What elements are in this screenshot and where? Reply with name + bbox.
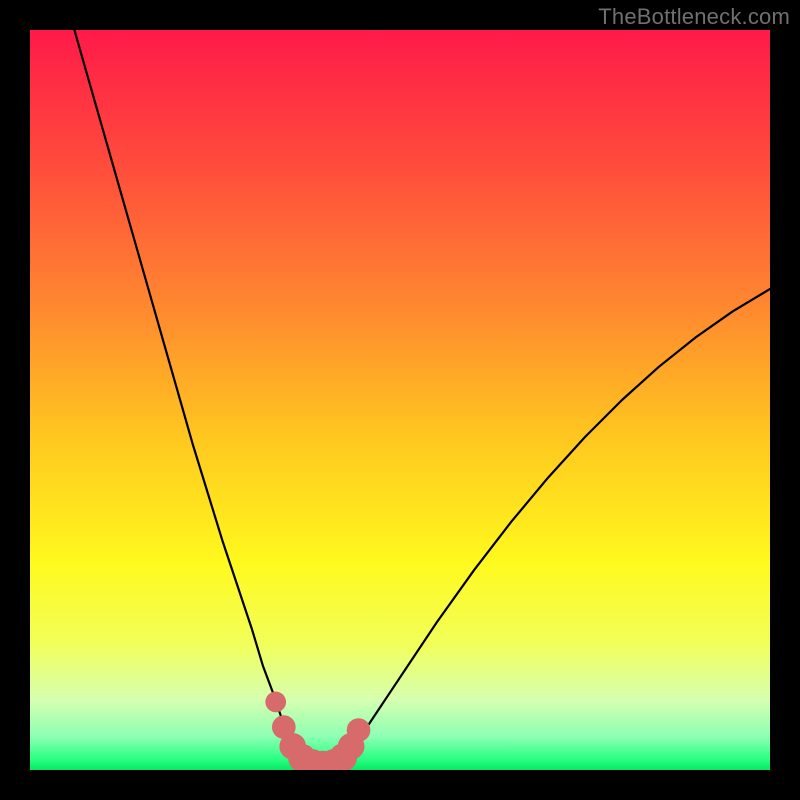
curve-marker [347, 718, 371, 742]
plot-area [30, 30, 770, 770]
chart-frame: TheBottleneck.com [0, 0, 800, 800]
bottleneck-curve [74, 30, 770, 767]
curve-marker [265, 692, 286, 713]
watermark-text: TheBottleneck.com [598, 4, 790, 30]
curve-layer [30, 30, 770, 770]
